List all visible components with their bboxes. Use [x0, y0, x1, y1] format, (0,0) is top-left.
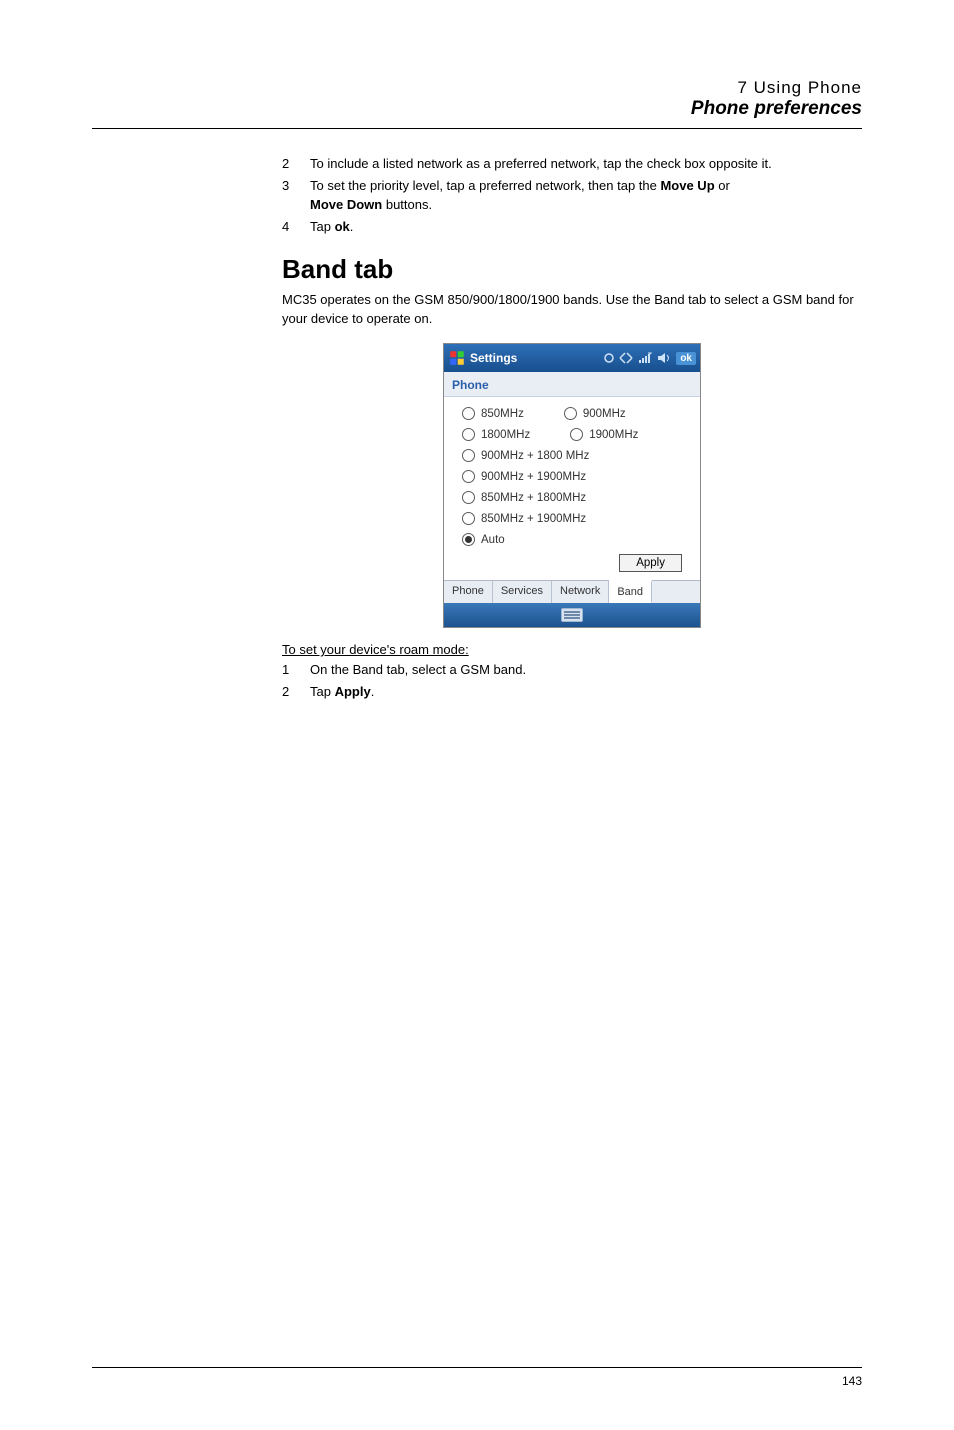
list-number: 3: [282, 177, 310, 215]
radio-label: 1900MHz: [589, 429, 638, 441]
radio-900-1800[interactable]: [462, 449, 475, 462]
connectivity-icon: [619, 352, 633, 364]
radio-label: 900MHz + 1900MHz: [481, 471, 586, 483]
status-icons: ok: [604, 352, 696, 365]
embedded-screenshot: Settings ok Phone 850MHz 900MHz: [443, 343, 701, 628]
tab-services[interactable]: Services: [493, 581, 552, 603]
radio-auto[interactable]: [462, 533, 475, 546]
radio-label: 850MHz + 1900MHz: [481, 513, 586, 525]
window-title: Settings: [470, 351, 604, 365]
start-icon[interactable]: [448, 349, 466, 367]
header-rule: [92, 128, 862, 129]
list-item: 3 To set the priority level, tap a prefe…: [282, 177, 862, 215]
status-dot-icon: [604, 353, 614, 363]
list-text: Tap Apply.: [310, 683, 862, 702]
radio-label: 1800MHz: [481, 429, 530, 441]
radio-850mhz[interactable]: [462, 407, 475, 420]
apply-button[interactable]: Apply: [619, 554, 682, 572]
list-text: To set the priority level, tap a preferr…: [310, 177, 862, 215]
signal-icon: [638, 352, 652, 364]
radio-label: 850MHz: [481, 408, 524, 420]
radio-label: 850MHz + 1800MHz: [481, 492, 586, 504]
list-text: Tap ok.: [310, 218, 862, 237]
roam-mode-heading: To set your device's roam mode:: [282, 642, 862, 657]
list-item: 2 Tap Apply.: [282, 683, 862, 702]
chapter-title: 7 Using Phone: [92, 78, 862, 98]
band-tab-heading: Band tab: [282, 254, 862, 285]
radio-label: 900MHz + 1800 MHz: [481, 450, 589, 462]
radio-900mhz[interactable]: [564, 407, 577, 420]
tab-network[interactable]: Network: [552, 581, 609, 603]
tab-phone[interactable]: Phone: [444, 581, 493, 603]
radio-1800mhz[interactable]: [462, 428, 475, 441]
radio-label: 900MHz: [583, 408, 626, 420]
list-item: 2 To include a listed network as a prefe…: [282, 155, 862, 174]
list-item: 1 On the Band tab, select a GSM band.: [282, 661, 862, 680]
list-number: 4: [282, 218, 310, 237]
section-title: Phone preferences: [92, 98, 862, 120]
screen-subheading: Phone: [444, 372, 700, 397]
titlebar: Settings ok: [444, 344, 700, 372]
list-number: 1: [282, 661, 310, 680]
radio-1900mhz[interactable]: [570, 428, 583, 441]
page-header: 7 Using Phone Phone preferences: [92, 78, 862, 120]
speaker-icon: [657, 352, 671, 364]
screen-body: 850MHz 900MHz 1800MHz 1900MHz 900MHz + 1…: [444, 397, 700, 580]
list-number: 2: [282, 155, 310, 174]
radio-label: Auto: [481, 534, 505, 546]
ok-button[interactable]: ok: [676, 352, 696, 365]
list-text: On the Band tab, select a GSM band.: [310, 661, 862, 680]
footer-rule: [92, 1367, 862, 1368]
radio-850-1900[interactable]: [462, 512, 475, 525]
instruction-list-a: 2 To include a listed network as a prefe…: [282, 155, 862, 236]
list-text: To include a listed network as a preferr…: [310, 155, 862, 174]
list-number: 2: [282, 683, 310, 702]
band-tab-paragraph: MC35 operates on the GSM 850/900/1800/19…: [282, 291, 862, 329]
radio-850-1800[interactable]: [462, 491, 475, 504]
keyboard-icon[interactable]: [561, 608, 583, 622]
page-number: 143: [842, 1374, 862, 1388]
instruction-list-b: 1 On the Band tab, select a GSM band. 2 …: [282, 661, 862, 702]
tab-band[interactable]: Band: [609, 580, 652, 603]
list-item: 4 Tap ok.: [282, 218, 862, 237]
radio-900-1900[interactable]: [462, 470, 475, 483]
tabs: Phone Services Network Band: [444, 580, 700, 603]
bottom-bar: [444, 603, 700, 627]
